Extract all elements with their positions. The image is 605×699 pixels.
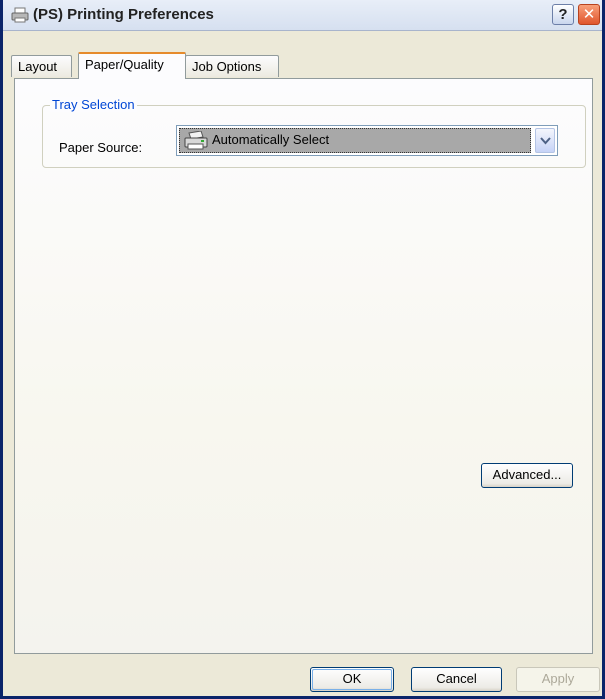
tab-layout[interactable]: Layout	[11, 55, 72, 77]
tray-selection-legend: Tray Selection	[50, 97, 137, 112]
ok-button[interactable]: OK	[310, 667, 394, 692]
help-button[interactable]: ?	[552, 4, 574, 25]
tab-paper-quality[interactable]: Paper/Quality	[78, 52, 186, 79]
cancel-button[interactable]: Cancel	[411, 667, 502, 692]
paper-source-selected-item: Automatically Select	[179, 128, 531, 153]
printer-icon	[11, 7, 29, 23]
tab-page-paper-quality: Tray Selection Paper Source:	[14, 78, 593, 654]
printing-preferences-dialog: (PS) Printing Preferences ? ✕ Layout Pap…	[0, 0, 605, 699]
advanced-button[interactable]: Advanced...	[481, 463, 573, 488]
close-button[interactable]: ✕	[578, 4, 600, 25]
ok-focus-border	[312, 669, 392, 690]
paper-source-label: Paper Source:	[59, 140, 143, 155]
paper-source-value: Automatically Select	[212, 132, 330, 147]
printer-icon	[183, 130, 209, 151]
paper-source-select[interactable]: Automatically Select	[176, 125, 558, 156]
apply-button[interactable]: Apply	[516, 667, 600, 692]
title-bar[interactable]: (PS) Printing Preferences ? ✕	[3, 0, 602, 31]
chevron-down-icon	[540, 137, 551, 145]
window-title: (PS) Printing Preferences	[33, 6, 214, 23]
dropdown-button[interactable]	[535, 128, 555, 153]
tab-job-options[interactable]: Job Options	[185, 55, 279, 77]
